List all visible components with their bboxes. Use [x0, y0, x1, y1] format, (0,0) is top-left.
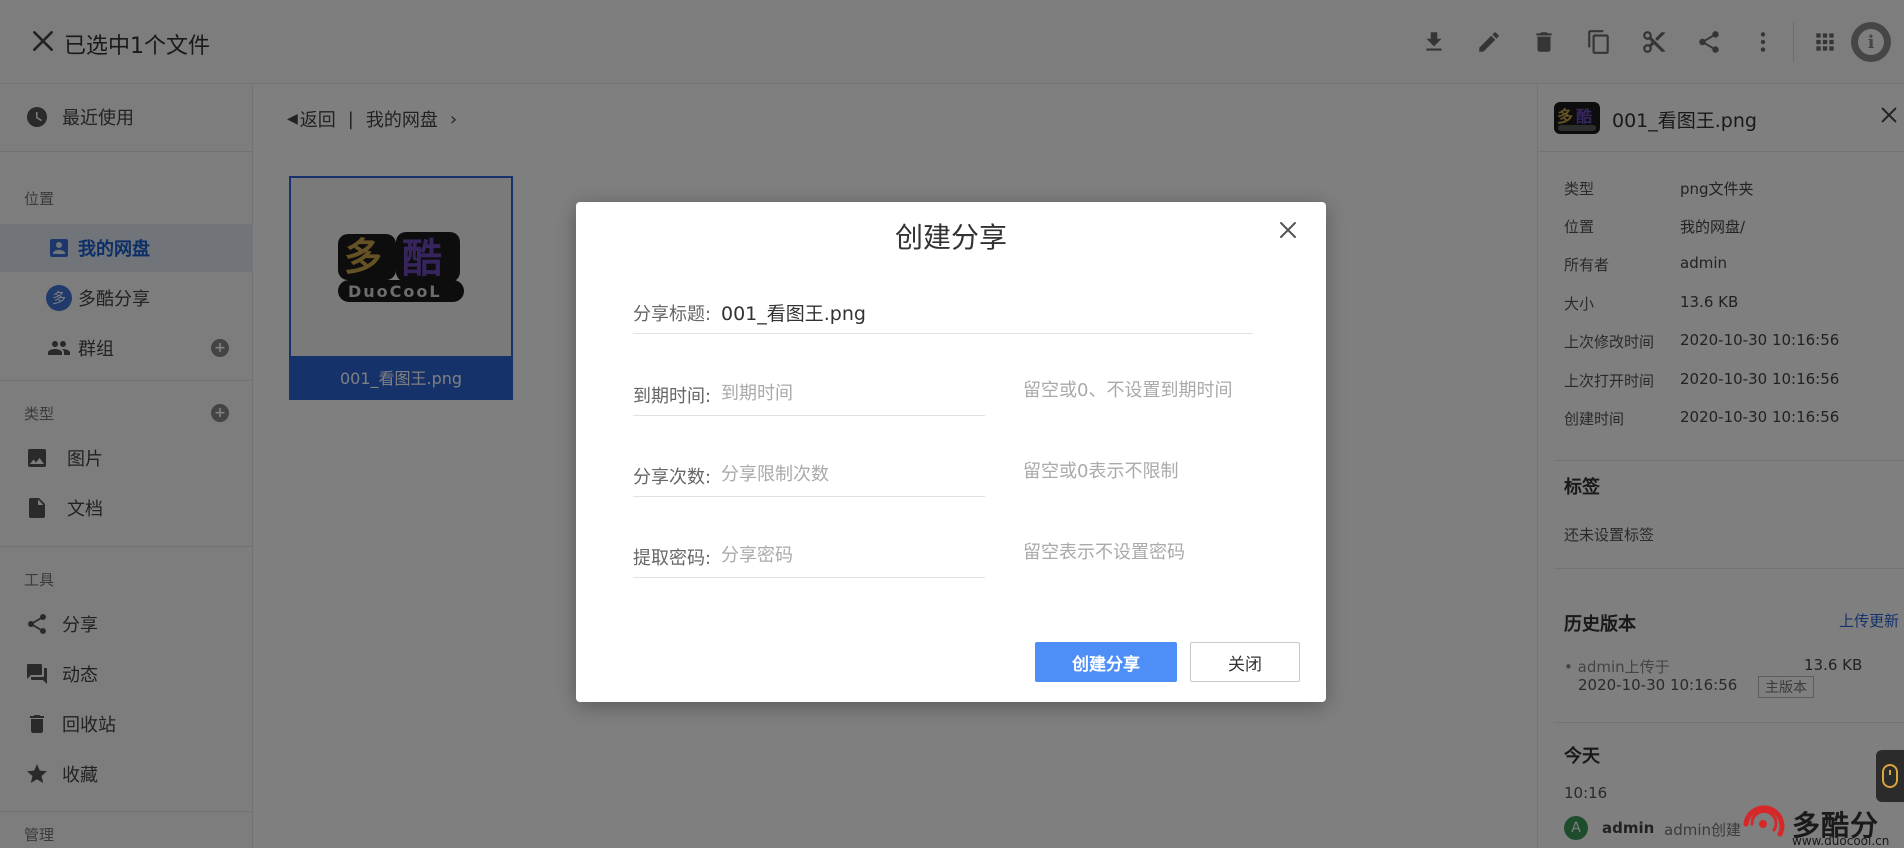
password-label: 提取密码: — [633, 548, 712, 569]
share-count-hint: 留空或0表示不限制 — [1023, 461, 1179, 482]
expire-field: 到期时间: — [633, 372, 985, 416]
expire-input[interactable] — [721, 378, 981, 408]
share-count-field: 分享次数: — [633, 453, 985, 497]
share-title-value: 001_看图王.png — [721, 303, 866, 325]
watermark-logo-icon — [1743, 805, 1785, 837]
scroll-icon — [1882, 764, 1898, 788]
watermark-url: www.duocool.cn — [1792, 834, 1890, 848]
expire-hint: 留空或0、不设置到期时间 — [1023, 380, 1233, 401]
password-hint: 留空表示不设置密码 — [1023, 542, 1185, 563]
expire-label: 到期时间: — [633, 386, 712, 407]
close-button[interactable]: 关闭 — [1190, 642, 1300, 682]
floating-tool-button[interactable] — [1876, 750, 1904, 802]
share-count-label: 分享次数: — [633, 467, 712, 488]
password-input[interactable] — [721, 540, 981, 570]
close-dialog-icon[interactable] — [1276, 218, 1300, 242]
password-field: 提取密码: — [633, 534, 985, 578]
create-share-dialog: 创建分享 分享标题: 001_看图王.png 到期时间: 留空或0、不设置到期时… — [576, 202, 1326, 702]
create-share-button[interactable]: 创建分享 — [1035, 642, 1177, 682]
dialog-title: 创建分享 — [894, 221, 1007, 254]
share-count-input[interactable] — [721, 459, 981, 489]
share-title-label: 分享标题: — [633, 304, 712, 325]
watermark: 多酷分享 www.duocool.cn — [1740, 800, 1904, 848]
share-title-field: 分享标题: 001_看图王.png — [633, 290, 1253, 334]
